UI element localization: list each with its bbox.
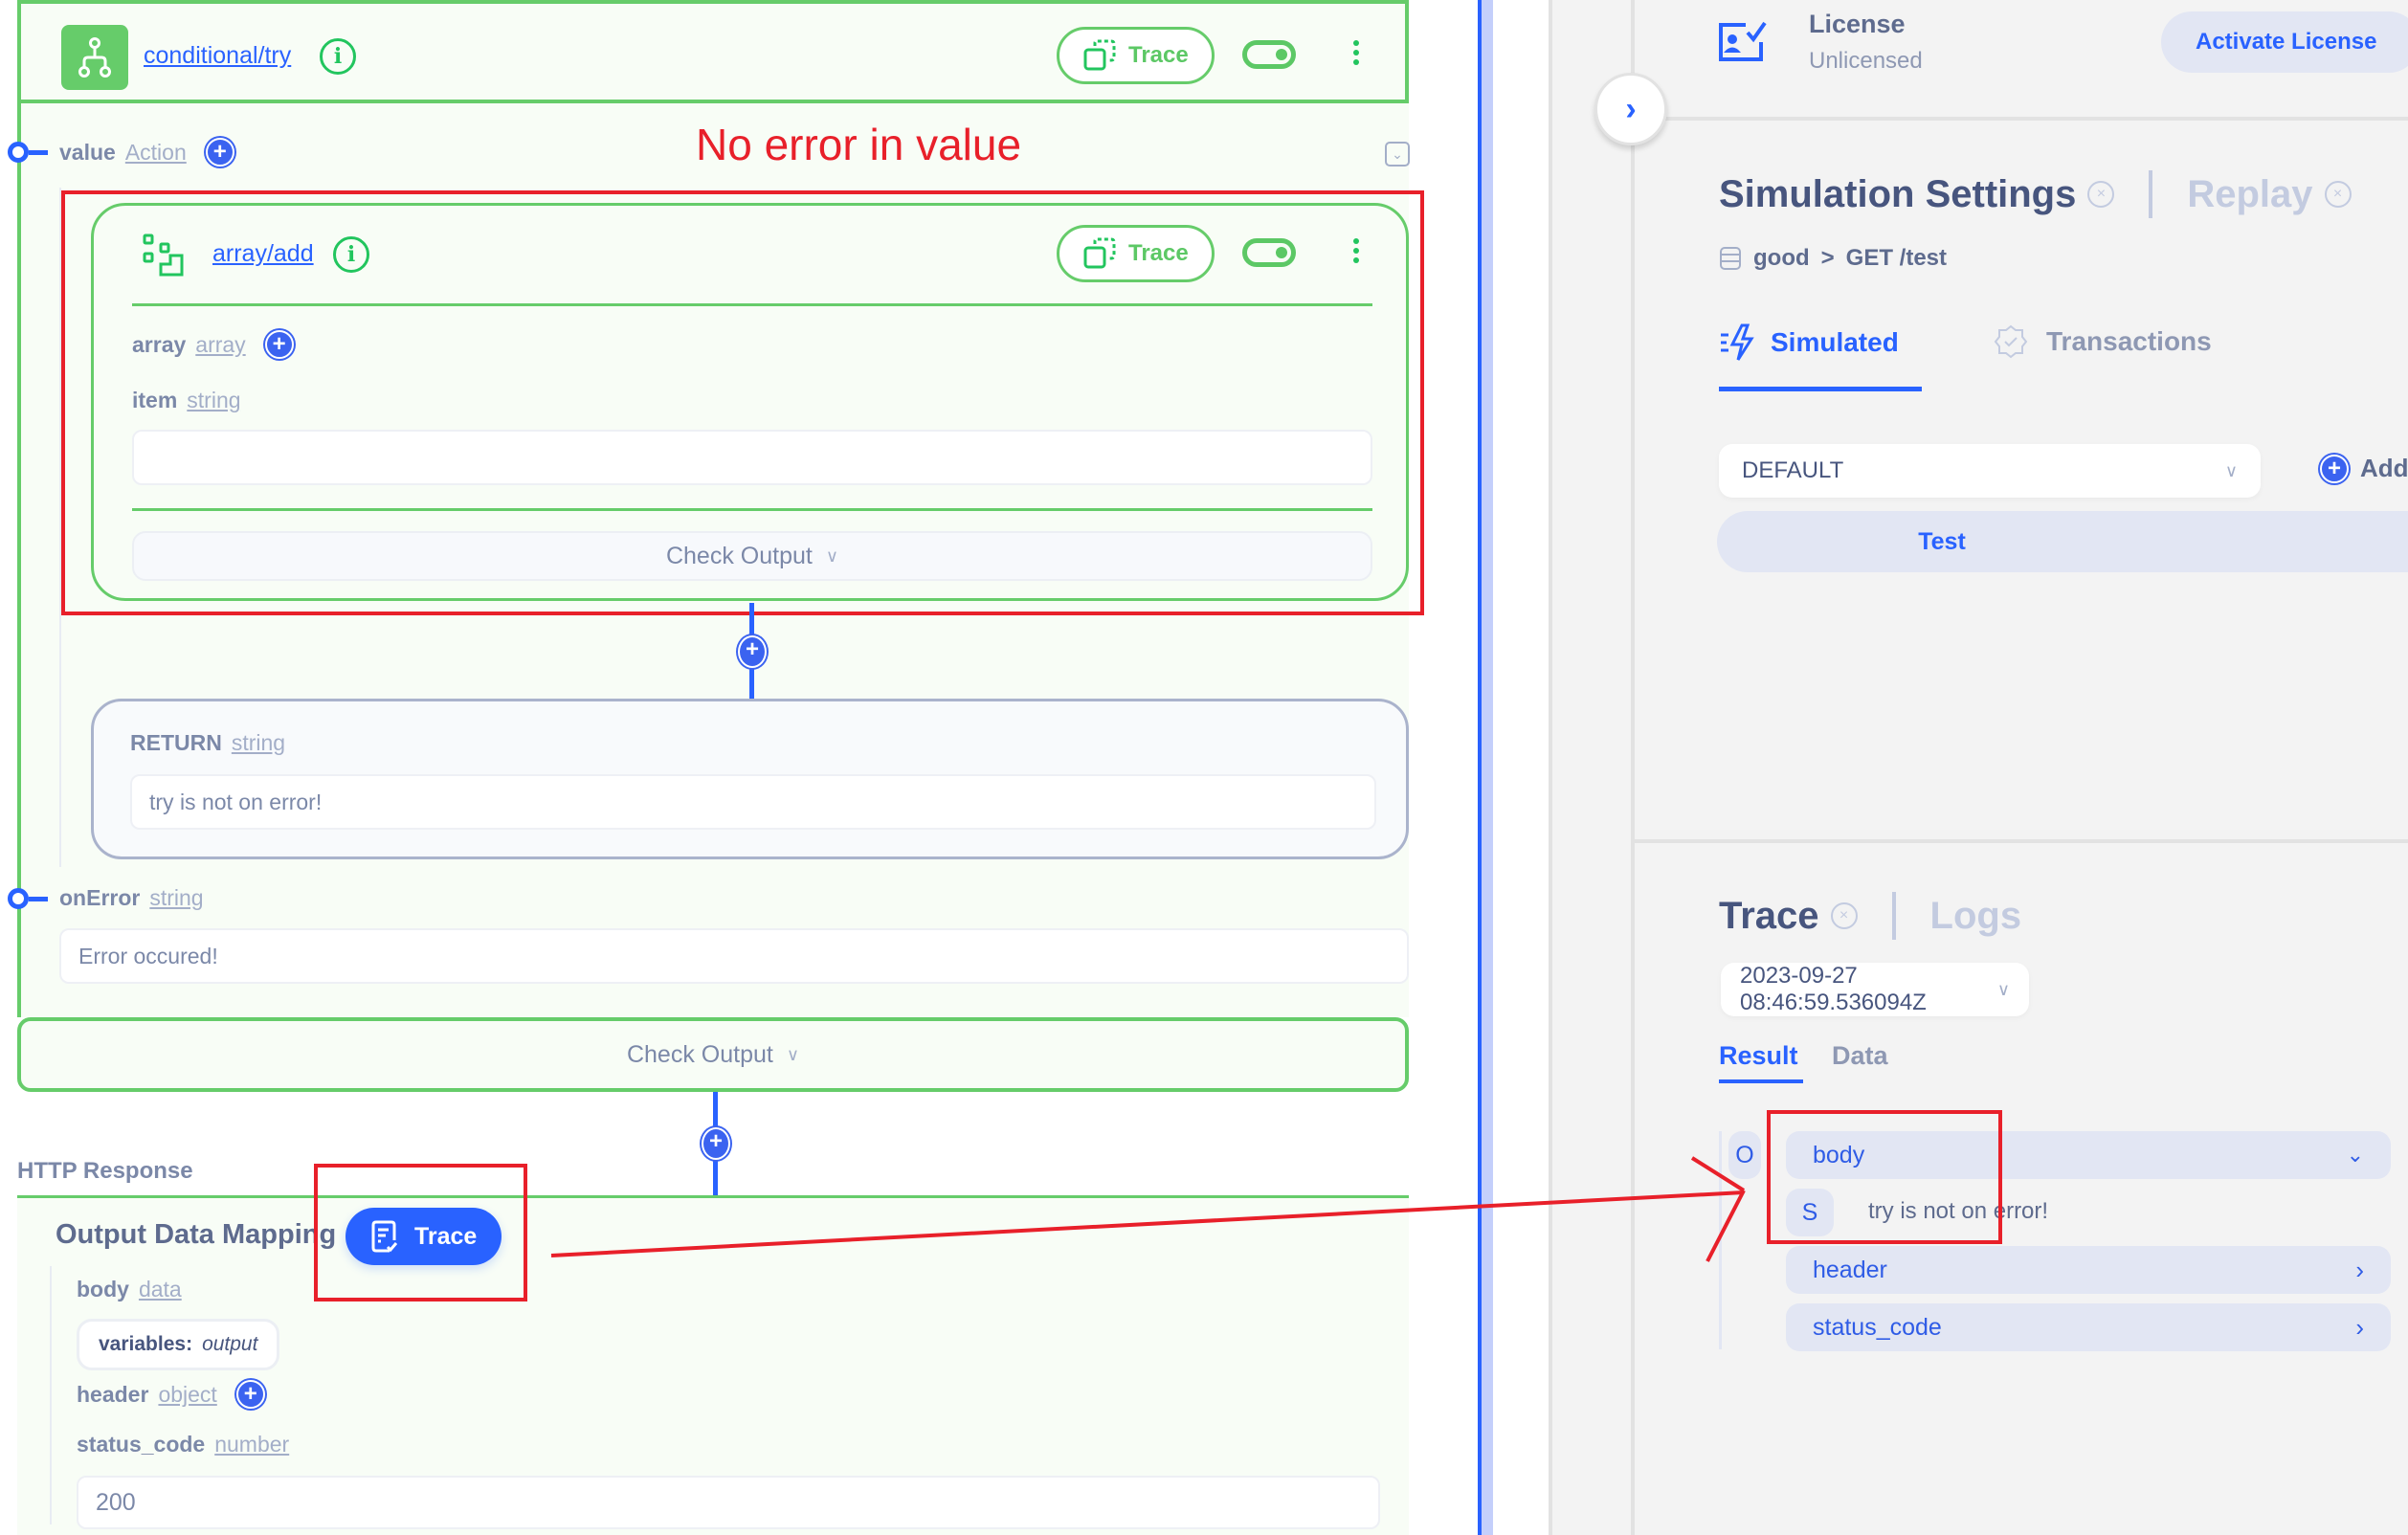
annotation-arrow	[550, 1156, 1746, 1262]
arrow-head	[1690, 1156, 1746, 1192]
arrow-shaft	[550, 1190, 1745, 1257]
arrow-head	[1706, 1190, 1746, 1262]
